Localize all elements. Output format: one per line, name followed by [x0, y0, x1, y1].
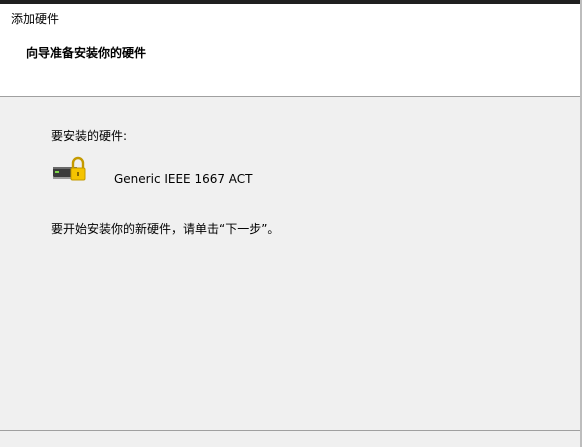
- wizard-header: 向导准备安装你的硬件: [0, 32, 580, 96]
- instruction-text: 要开始安装你的新硬件，请单击“下一步”。: [51, 222, 280, 236]
- hardware-to-install-label: 要安装的硬件:: [51, 129, 128, 143]
- wizard-content: 要安装的硬件: Generic IEEE 1667 ACT 要开始安装你的新硬件…: [0, 97, 580, 430]
- add-hardware-window: 添加硬件 向导准备安装你的硬件 要安装的硬件: Generic IEEE 166…: [0, 0, 582, 447]
- device-name: Generic IEEE 1667 ACT: [114, 172, 253, 186]
- wizard-header-title: 向导准备安装你的硬件: [26, 46, 147, 60]
- wizard-footer: [0, 431, 580, 447]
- title-bar[interactable]: 添加硬件: [0, 4, 580, 32]
- hardware-device-lock-icon: [53, 156, 87, 184]
- window-title: 添加硬件: [11, 12, 60, 26]
